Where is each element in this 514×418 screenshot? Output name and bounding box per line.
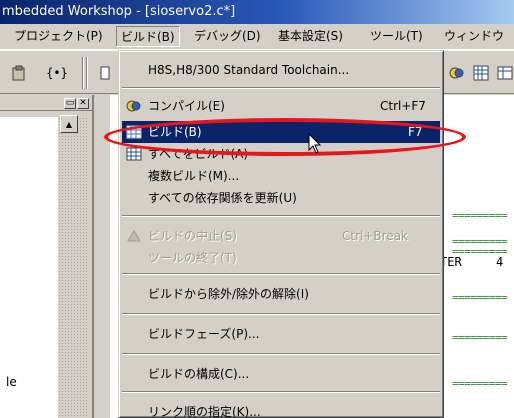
menu-item-label: ビルドの構成(C)... [148, 367, 250, 381]
menu-item-shortcut: Ctrl+Break [342, 229, 408, 243]
menu-debug[interactable]: デバッグ(D) [190, 26, 265, 47]
window-title: mbedded Workshop - [sioservo2.c*] [2, 4, 236, 19]
menu-item-phases[interactable]: ビルドフェーズ(P)... [122, 323, 440, 345]
pane-splitter[interactable] [58, 117, 88, 418]
clipboard-icon[interactable] [8, 62, 30, 84]
scroll-up-icon[interactable]: ▲ [60, 115, 78, 133]
menu-item-link-order[interactable]: リンク順の指定(K)... [122, 401, 440, 418]
menu-settings[interactable]: 基本設定(S) [274, 26, 347, 47]
menu-item-label: リンク順の指定(K)... [148, 405, 261, 418]
menu-item-config[interactable]: ビルドの構成(C)... [122, 363, 440, 385]
menu-bar: プロジェクト(P) ビルド(B) デバッグ(D) 基本設定(S) ツール(T) … [0, 24, 514, 50]
code-comment-line: ========= [452, 331, 508, 344]
menu-item-label: すべての依存関係を更新(U) [148, 191, 297, 205]
workspace-pane: ▭ ✕ ▲ le [0, 95, 92, 418]
code-comment-line: ========= [452, 291, 508, 304]
menu-window[interactable]: ウィンドウ [440, 26, 508, 47]
menu-item-toolchain[interactable]: H8S,H8/300 Standard Toolchain... [122, 59, 440, 81]
workspace-label: le [6, 375, 17, 389]
menu-item-label: ビルドフェーズ(P)... [148, 327, 260, 341]
mouse-cursor-icon [308, 132, 322, 158]
menu-item-exclude[interactable]: ビルドから除外/除外の解除(I) [122, 283, 440, 305]
title-bar: mbedded Workshop - [sioservo2.c*] [0, 0, 514, 24]
build-all-icon[interactable] [494, 62, 514, 84]
braces-icon[interactable]: {•} [46, 62, 68, 84]
menu-item-shortcut: Ctrl+F7 [380, 99, 426, 113]
pane-close-icon[interactable]: ✕ [77, 98, 89, 109]
build-menu-dropdown: H8S,H8/300 Standard Toolchain... コンパイル(E… [118, 50, 444, 418]
compile-icon [126, 98, 142, 114]
pane-restore-icon[interactable]: ▭ [64, 98, 76, 109]
menu-item-stop-build: ビルドの中止(S) Ctrl+Break [122, 225, 440, 247]
menu-item-label: H8S,H8/300 Standard Toolchain... [148, 63, 350, 77]
menu-item-multi-build[interactable]: 複数ビルド(M)... [122, 165, 440, 187]
menu-item-compile[interactable]: コンパイル(E) Ctrl+F7 [122, 95, 440, 117]
stop-build-icon [126, 228, 142, 244]
workspace-tree[interactable] [0, 117, 58, 418]
menu-project[interactable]: プロジェクト(P) [10, 26, 107, 47]
menu-item-stop-tool: ツールの終了(T) [122, 247, 440, 269]
code-comment-line: ========= [452, 377, 508, 390]
highlight-ellipse [104, 118, 466, 156]
menu-item-update-deps[interactable]: すべての依存関係を更新(U) [122, 187, 440, 209]
menu-item-label: 複数ビルド(M)... [148, 169, 240, 183]
toolbar-partial-icon[interactable] [96, 62, 114, 84]
code-comment-line: ========= [452, 209, 508, 222]
menu-item-label: ビルドの中止(S) [148, 229, 237, 243]
editor-gutter [94, 95, 110, 418]
menu-item-label: ツールの終了(T) [148, 251, 237, 265]
menu-item-label: コンパイル(E) [148, 99, 225, 113]
build-grid-icon[interactable] [470, 62, 492, 84]
code-text-num: 4 [496, 255, 504, 269]
build-multi-icon[interactable] [446, 62, 468, 84]
menu-tools[interactable]: ツール(T) [366, 26, 427, 47]
menu-build[interactable]: ビルド(B) [116, 26, 180, 47]
menu-item-label: ビルドから除外/除外の解除(I) [148, 287, 309, 301]
